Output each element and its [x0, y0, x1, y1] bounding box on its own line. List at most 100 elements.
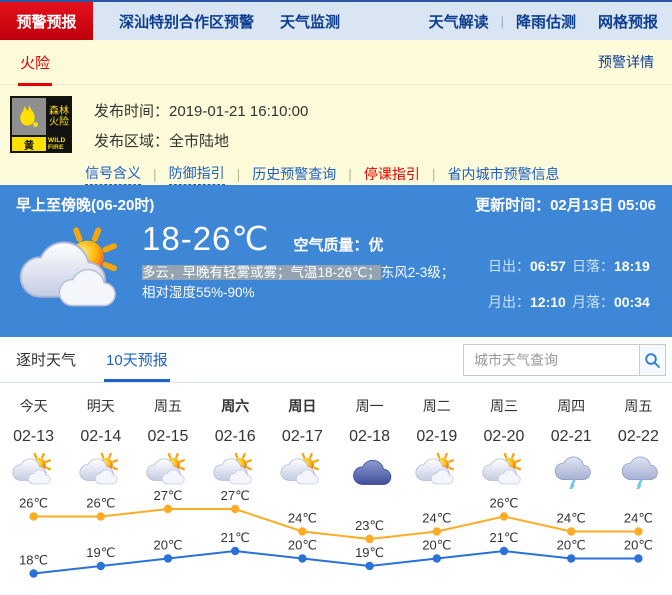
svg-text:24℃: 24℃	[557, 511, 586, 526]
partly-cloudy-icon	[0, 452, 67, 490]
nav-separator: |	[500, 13, 504, 29]
svg-text:21℃: 21℃	[489, 530, 518, 545]
forecast-day-column[interactable]: 周五 02-15	[134, 396, 201, 490]
link-history-query[interactable]: 历史预警查询	[252, 164, 336, 184]
sun-moon-times: 日出：06:57 日落：18:19 月出：12:10 月落：00:34	[488, 256, 656, 319]
day-label: 周五	[624, 398, 653, 414]
tab-ten-day-forecast[interactable]: 10天预报	[104, 337, 170, 382]
temperature-chart-wrap: 26℃ 26℃ 27℃ 27℃ 24℃ 23℃ 24℃ 26℃ 24℃ 24℃ 18℃ 19℃ 20℃ 2…	[0, 487, 672, 595]
day-label: 今天	[19, 398, 48, 414]
publish-time-label: 发布时间：	[94, 103, 170, 120]
date-label: 02-20	[483, 428, 525, 445]
forecast-day-column[interactable]: 周二 02-19	[403, 396, 470, 490]
date-label: 02-22	[617, 428, 659, 445]
sunset: 日落：18:19	[572, 258, 650, 274]
link-separator: |	[431, 166, 436, 182]
forecast-day-column[interactable]: 周四 02-21	[538, 396, 605, 490]
link-defense-guide[interactable]: 防御指引	[168, 163, 225, 185]
top-nav: 预警预报 深汕特别合作区预警 天气监测 天气解读 | 降雨估测 网格预报	[0, 0, 672, 40]
link-class-suspension[interactable]: 停课指引	[364, 164, 420, 184]
partly-cloudy-icon	[202, 452, 269, 490]
nav-item-shenshan[interactable]: 深汕特别合作区预警	[119, 2, 254, 40]
weather-page: 预警预报 深汕特别合作区预警 天气监测 天气解读 | 降雨估测 网格预报 火险 …	[0, 0, 672, 595]
cloudy-icon	[336, 452, 403, 490]
publish-time-value: 2019-01-21 16:10:00	[169, 103, 309, 120]
link-separator: |	[153, 166, 157, 182]
forecast-day-column[interactable]: 今天 02-13	[0, 396, 67, 490]
publish-area-value: 全市陆地	[169, 133, 230, 150]
nav-right-group: 天气解读 | 降雨估测 网格预报	[407, 2, 672, 40]
air-quality: 空气质量：优	[293, 237, 384, 254]
svg-text:20℃: 20℃	[557, 538, 586, 553]
svg-text:27℃: 27℃	[221, 488, 250, 503]
link-signal-meaning[interactable]: 信号含义	[85, 163, 141, 185]
rain-icon	[605, 452, 672, 490]
forecast-day-column[interactable]: 周日 02-17	[269, 396, 336, 490]
date-label: 02-21	[550, 428, 592, 445]
badge-level: 黄	[12, 137, 46, 152]
warning-section: 火险 预警详情 森林 火险 黄 WILD FIRE 发布时间：2019-01-21…	[0, 40, 672, 185]
nav-item-weather-monitor[interactable]: 天气监测	[280, 2, 340, 40]
temperature-chart: 26℃ 26℃ 27℃ 27℃ 24℃ 23℃ 24℃ 26℃ 24℃ 24℃ 18℃ 19℃ 20℃ 2…	[19, 488, 653, 578]
day-label: 周三	[489, 398, 518, 414]
svg-text:27℃: 27℃	[153, 488, 182, 503]
temperature-range: 18-26℃	[142, 220, 270, 257]
forecast-day-column[interactable]: 周三 02-20	[470, 396, 537, 490]
link-separator: |	[348, 166, 352, 182]
forecast-period-label: 早上至傍晚(06-20时)	[16, 197, 155, 214]
badge-title: 森林 火险	[48, 98, 70, 135]
day-label: 周六	[221, 398, 250, 414]
forecast-day-column[interactable]: 周一 02-18	[336, 396, 403, 490]
search-input[interactable]	[463, 344, 639, 376]
day-label: 明天	[86, 398, 115, 414]
nav-tab-warning-forecast[interactable]: 预警预报	[0, 2, 93, 40]
day-label: 周五	[153, 398, 182, 414]
nav-item-grid-forecast[interactable]: 网格预报	[598, 11, 658, 32]
tab-hourly-weather[interactable]: 逐时天气	[16, 337, 76, 382]
update-time: 更新时间：02月13日 05:06	[475, 197, 656, 214]
svg-text:21℃: 21℃	[221, 530, 250, 545]
day-label: 周一	[355, 398, 384, 414]
nav-item-rain-estimate[interactable]: 降雨估测	[516, 11, 576, 32]
forecast-day-column[interactable]: 周六 02-16	[202, 396, 269, 490]
city-weather-search	[463, 344, 666, 376]
nav-item-weather-interpretation[interactable]: 天气解读	[429, 11, 489, 32]
partly-cloudy-icon	[403, 452, 470, 490]
day-label: 周日	[288, 398, 317, 414]
tab-fire-risk[interactable]: 火险	[18, 39, 53, 86]
selected-text: 多云，早晚有轻雾或雾；气温18-26℃；	[142, 265, 381, 280]
forecast-day-column[interactable]: 周五 02-22	[605, 396, 672, 490]
warning-tab-bar: 火险 预警详情	[0, 39, 672, 86]
link-province-warnings[interactable]: 省内城市预警信息	[448, 164, 560, 184]
forecast-tab-bar: 逐时天气 10天预报	[0, 337, 672, 383]
svg-text:24℃: 24℃	[624, 511, 653, 526]
warning-detail-link[interactable]: 预警详情	[598, 52, 654, 72]
forecast-day-column[interactable]: 明天 02-14	[67, 396, 134, 490]
date-label: 02-16	[214, 428, 256, 445]
warning-meta: 发布时间：2019-01-21 16:10:00 发布区域：全市陆地	[94, 96, 308, 160]
search-button[interactable]	[639, 344, 666, 376]
weather-description: 多云，早晚有轻雾或雾；气温18-26℃；东风2-3级； 相对湿度55%-90%	[142, 265, 455, 300]
partly-cloudy-icon	[269, 452, 336, 490]
svg-text:19℃: 19℃	[86, 545, 115, 560]
svg-text:19℃: 19℃	[355, 545, 384, 560]
search-icon	[645, 352, 660, 368]
date-label: 02-13	[13, 428, 55, 445]
date-label: 02-19	[416, 428, 458, 445]
svg-text:24℃: 24℃	[422, 511, 451, 526]
day-label: 周二	[422, 398, 451, 414]
link-separator: |	[236, 166, 241, 182]
day-label: 周四	[557, 398, 586, 414]
svg-text:20℃: 20℃	[624, 538, 653, 553]
publish-area-label: 发布区域：	[94, 133, 170, 150]
warning-links: 信号含义 | 防御指引 | 历史预警查询 | 停课指引 | 省内城市预警信息	[0, 163, 672, 185]
svg-text:23℃: 23℃	[355, 518, 384, 533]
date-label: 02-17	[281, 428, 323, 445]
partly-cloudy-icon	[470, 452, 537, 490]
date-label: 02-15	[147, 428, 189, 445]
moonrise: 月出：12:10	[488, 294, 566, 310]
svg-text:24℃: 24℃	[288, 511, 317, 526]
rain-icon	[538, 452, 605, 490]
partly-cloudy-icon	[134, 452, 201, 490]
sunrise: 日出：06:57	[488, 258, 566, 274]
